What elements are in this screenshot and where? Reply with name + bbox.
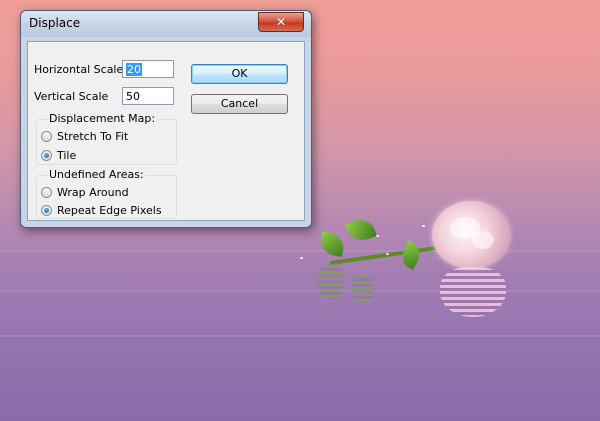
vertical-scale-value: 50 <box>126 90 140 103</box>
radio-label: Tile <box>57 149 77 162</box>
leaf-reflection <box>318 265 344 299</box>
water-splash <box>300 257 303 259</box>
dialog-title: Displace <box>29 16 81 30</box>
cancel-button[interactable]: Cancel <box>191 94 288 114</box>
ok-button[interactable]: OK <box>191 64 288 84</box>
displacement-map-title: Displacement Map: <box>47 112 158 125</box>
water-splash <box>422 225 425 227</box>
horizontal-scale-input[interactable]: 20 <box>122 60 174 78</box>
displace-dialog: Displace ✕ Horizontal Scale 20 Vertical … <box>20 10 312 228</box>
leaf <box>397 240 425 270</box>
dialog-content: Horizontal Scale 20 Vertical Scale 50 OK… <box>27 41 305 221</box>
radio-button-checked[interactable] <box>41 205 52 216</box>
displacement-map-group: Displacement Map: Stretch To Fit Tile <box>36 112 177 165</box>
radio-button[interactable] <box>41 187 52 198</box>
water-glint <box>0 335 600 337</box>
rose-petal <box>472 231 494 249</box>
leaf <box>318 231 346 257</box>
rose-image <box>290 195 530 335</box>
radio-label: Repeat Edge Pixels <box>57 204 162 217</box>
cancel-label: Cancel <box>220 97 259 110</box>
rose-stem <box>329 245 442 265</box>
leaf <box>345 215 377 245</box>
vertical-scale-input[interactable]: 50 <box>122 87 174 105</box>
water-splash <box>386 253 389 255</box>
ok-label: OK <box>231 67 248 80</box>
radio-button-checked[interactable] <box>41 150 52 161</box>
undefined-areas-title: Undefined Areas: <box>47 168 146 181</box>
horizontal-scale-value: 20 <box>126 63 142 76</box>
horizontal-scale-label: Horizontal Scale <box>34 63 124 76</box>
radio-label: Wrap Around <box>57 186 129 199</box>
undefined-areas-group: Undefined Areas: Wrap Around Repeat Edge… <box>36 168 177 219</box>
rose-reflection <box>440 267 506 317</box>
radio-button[interactable] <box>41 131 52 142</box>
close-button[interactable]: ✕ <box>258 12 304 32</box>
close-icon: ✕ <box>275 15 287 29</box>
vertical-scale-label: Vertical Scale <box>34 90 109 103</box>
leaf-reflection <box>352 275 374 303</box>
radio-label: Stretch To Fit <box>57 130 129 143</box>
dialog-titlebar[interactable]: Displace ✕ <box>21 11 311 37</box>
water-splash <box>376 235 379 237</box>
